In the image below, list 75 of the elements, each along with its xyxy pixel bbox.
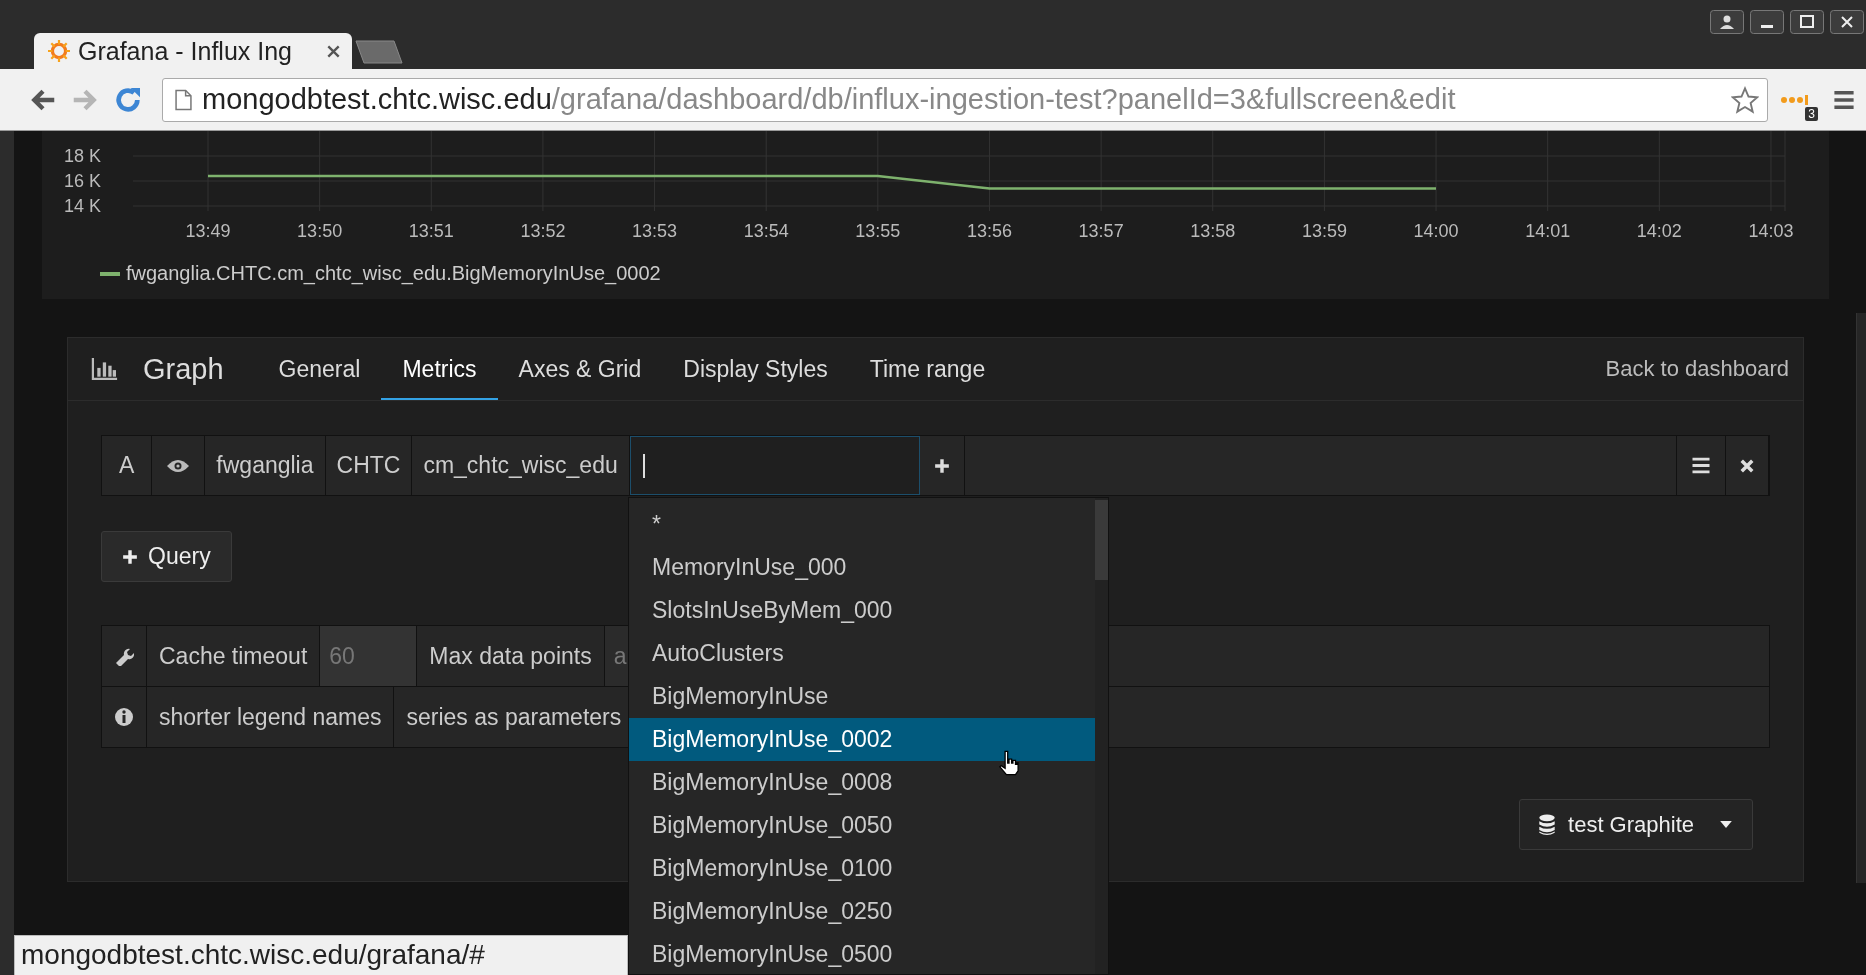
editor-tab[interactable]: Display Styles xyxy=(662,340,849,400)
eye-icon xyxy=(166,458,191,473)
wrench-icon xyxy=(114,646,134,666)
series-letter[interactable]: A xyxy=(102,436,153,495)
option-label: shorter legend names xyxy=(147,687,395,747)
segment-input[interactable] xyxy=(629,436,920,495)
browser-tab[interactable]: Grafana - Influx Ing xyxy=(34,33,352,69)
editor-tab[interactable]: General xyxy=(257,340,382,400)
axis-label: 13:49 xyxy=(185,221,231,241)
scrollbar[interactable] xyxy=(1095,500,1108,580)
axis-label: 13:59 xyxy=(1301,221,1347,241)
suggestion-item[interactable]: BigMemoryInUse_0100 xyxy=(629,847,1095,890)
suggestion-item[interactable]: BigMemoryInUse_0500 xyxy=(629,933,1095,974)
suggestion-item[interactable]: BigMemoryInUse_0250 xyxy=(629,890,1095,933)
plus-icon xyxy=(122,548,138,565)
query-segment[interactable]: fwganglia xyxy=(205,436,326,495)
editor-tab[interactable]: Time range xyxy=(848,340,1007,400)
back-link[interactable]: Back to dashboard xyxy=(1605,356,1789,382)
page-icon xyxy=(175,88,192,111)
maximize-icon[interactable] xyxy=(1790,10,1824,34)
plus-icon xyxy=(933,457,950,474)
status-bar: mongodbtest.chtc.wisc.edu/grafana/# xyxy=(14,935,628,975)
axis-label: 14:00 xyxy=(1413,221,1459,241)
database-icon xyxy=(1538,813,1557,836)
star-icon[interactable] xyxy=(1731,85,1759,114)
address-bar[interactable]: mongodbtest.chtc.wisc.edu/grafana/dashboard/db/influx-ingestion-test?panelId=3&fullscreen&edit xyxy=(162,77,1768,122)
option-input[interactable]: 60 xyxy=(320,626,418,686)
query-segment[interactable]: cm_chtc_wisc_edu xyxy=(412,436,630,495)
suggestion-item[interactable]: BigMemoryInUse_0050 xyxy=(629,804,1095,847)
close-icon xyxy=(1740,458,1754,473)
user-icon[interactable] xyxy=(1710,10,1744,34)
axis-label: 13:50 xyxy=(297,221,343,241)
axis-label: 18 K xyxy=(63,146,101,166)
axis-label: 13:55 xyxy=(855,221,901,241)
datasource-dropdown[interactable]: test Graphite xyxy=(1519,799,1753,850)
suggestion-item[interactable]: MemoryInUse_000 xyxy=(629,546,1095,589)
suggestion-item[interactable]: SlotsInUseByMem_000 xyxy=(629,589,1095,632)
caret-icon xyxy=(1720,821,1732,828)
minimize-icon[interactable] xyxy=(1750,10,1784,34)
suggestion-item[interactable]: BigMemoryInUse_0008 xyxy=(629,761,1095,804)
extension-badge: 3 xyxy=(1805,106,1818,121)
url-text: mongodbtest.chtc.wisc.edu/grafana/dashboard/db/influx-ingestion-test?panelId=3&fullscreen&edit xyxy=(202,83,1457,116)
axis-label: 13:53 xyxy=(632,221,678,241)
axis-label: 13:58 xyxy=(1190,221,1236,241)
axis-label: 14 K xyxy=(63,196,101,216)
axis-label: 14:02 xyxy=(1636,221,1682,241)
editor-tab[interactable]: Axes & Grid xyxy=(497,340,663,400)
dots-icon xyxy=(1780,94,1810,105)
axis-label: 13:57 xyxy=(1078,221,1124,241)
axis-label: 16 K xyxy=(63,171,101,191)
axis-label: 14:03 xyxy=(1748,221,1794,241)
close-icon[interactable] xyxy=(327,44,340,58)
close-icon[interactable] xyxy=(1830,10,1864,34)
suggestion-item[interactable]: * xyxy=(629,503,1095,546)
sun-icon xyxy=(48,40,70,62)
axis-label: 14:01 xyxy=(1525,221,1571,241)
scrollbar[interactable] xyxy=(1856,313,1866,883)
suggestion-item[interactable]: BigMemoryInUse_0002 xyxy=(629,718,1095,761)
bar-chart-icon xyxy=(91,358,119,380)
legend-swatch xyxy=(100,271,120,276)
add-query-button[interactable]: Query xyxy=(101,531,232,582)
query-segment[interactable]: CHTC xyxy=(325,436,413,495)
new-tab-button[interactable] xyxy=(354,39,404,65)
legend-label[interactable]: fwganglia.CHTC.cm_chtc_wisc_edu.BigMemoryInUse_0002 xyxy=(126,262,661,285)
editor-tab[interactable]: Metrics xyxy=(381,340,498,400)
tab-title: Grafana - Influx Ing xyxy=(78,36,293,66)
axis-label: 13:54 xyxy=(743,221,789,241)
panel-title: Graph xyxy=(143,352,224,386)
hand-cursor-icon xyxy=(998,750,1020,776)
axis-label: 13:51 xyxy=(408,221,454,241)
info-icon xyxy=(114,707,134,727)
axis-label: 13:56 xyxy=(966,221,1012,241)
menu-icon xyxy=(1691,457,1711,474)
axis-label: 13:52 xyxy=(520,221,566,241)
suggestion-item[interactable]: AutoClusters xyxy=(629,632,1095,675)
